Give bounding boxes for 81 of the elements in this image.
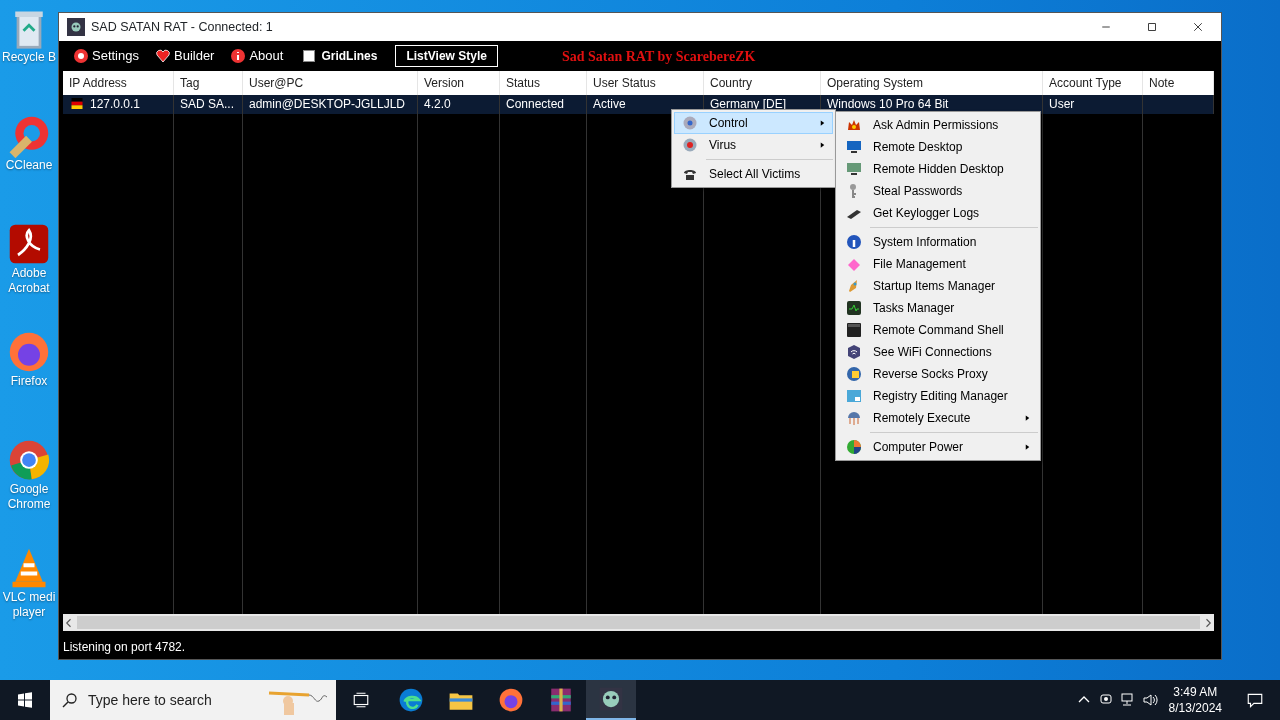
column-header[interactable]: Account Type (1043, 71, 1143, 95)
table-cell[interactable]: User (1049, 97, 1075, 111)
clock-date[interactable]: 8/13/2024 (1168, 700, 1222, 716)
toolbar-button[interactable]: Settings (67, 46, 145, 66)
chat-icon (1246, 691, 1264, 709)
volume-icon (1141, 692, 1158, 708)
monitor-icon (846, 139, 862, 155)
menu-item[interactable]: Virus (674, 134, 833, 156)
column-header[interactable]: Operating System (821, 71, 1043, 95)
menu-item[interactable]: Remotely Execute (838, 407, 1038, 429)
toolbar-button[interactable]: About (224, 46, 290, 66)
menu-item[interactable]: Remote Desktop (838, 136, 1038, 158)
menu-item[interactable]: Registry Editing Manager (838, 385, 1038, 407)
column-header[interactable]: Version (418, 71, 500, 95)
menu-item[interactable]: Computer Power (838, 436, 1038, 458)
toolbar-button[interactable]: Builder (149, 46, 221, 66)
close-icon (1192, 21, 1204, 33)
browser-icon[interactable] (7, 438, 51, 482)
table-cell[interactable]: SAD SA... (180, 97, 235, 111)
horizontal-scrollbar[interactable] (63, 614, 1214, 631)
target-icon (682, 137, 698, 153)
table-cell[interactable]: Active (593, 97, 626, 111)
table-cell[interactable]: Connected (506, 97, 565, 111)
column-header[interactable]: IP Address (63, 71, 174, 95)
menu-item[interactable]: See WiFi Connections (838, 341, 1038, 363)
windows-logo-icon (17, 692, 33, 708)
edge-icon (398, 687, 424, 713)
search-field[interactable]: Type here to search (86, 688, 256, 712)
fox-icon (498, 687, 524, 713)
menu-item[interactable]: Tasks Manager (838, 297, 1038, 319)
wifi-icon (846, 344, 862, 360)
column-header[interactable]: Note (1143, 71, 1214, 95)
menu-item[interactable]: Startup Items Manager (838, 275, 1038, 297)
menu-item[interactable]: File Management (838, 253, 1038, 275)
clock-time[interactable]: 3:49 AM (1168, 684, 1222, 700)
taskbar-button[interactable] (586, 680, 636, 720)
menu-item[interactable]: Select All Victims (674, 163, 833, 185)
pie-chart-icon (846, 439, 862, 455)
menu-item[interactable]: Remote Command Shell (838, 319, 1038, 341)
task-view-icon (352, 691, 370, 709)
monitor-icon (846, 161, 862, 177)
column-header[interactable]: User Status (587, 71, 704, 95)
info-icon (846, 234, 862, 250)
table-cell[interactable]: 127.0.0.1 (90, 97, 141, 111)
window-icon (846, 388, 862, 404)
listview-style-button[interactable]: ListView Style (395, 45, 498, 67)
jellyfish-icon (846, 410, 862, 426)
column-header[interactable]: Status (500, 71, 587, 95)
gridlines-checkbox[interactable]: GridLines (303, 47, 378, 65)
heart-icon (155, 48, 171, 64)
column-header[interactable]: Tag (174, 71, 243, 95)
status-text: Listening on port 4782. (62, 639, 187, 656)
table-cell[interactable]: 4.2.0 (424, 97, 451, 111)
terminal-icon (846, 322, 862, 338)
document-icon[interactable] (7, 222, 51, 266)
app-icon (67, 18, 85, 36)
app-icon (598, 686, 624, 712)
banner-text: Sad Satan RAT by ScarebereZK (561, 47, 756, 66)
search-icon (62, 692, 78, 708)
terminal-icon (846, 300, 862, 316)
gear-icon (682, 115, 698, 131)
maximize-icon (1146, 21, 1158, 33)
table-cell[interactable]: Windows 10 Pro 64 Bit (827, 97, 949, 111)
menu-item[interactable]: System Information (838, 231, 1038, 253)
archive-icon (548, 687, 574, 713)
search-bar[interactable]: Type here to search (50, 680, 336, 720)
column-header[interactable]: User@PC (243, 71, 418, 95)
menu-item[interactable]: Get Keylogger Logs (838, 202, 1038, 224)
table-cell[interactable]: admin@DESKTOP-JGLLJLD (249, 97, 405, 111)
menu-item[interactable]: Steal Passwords (838, 180, 1038, 202)
menu-item[interactable]: Reverse Socks Proxy (838, 363, 1038, 385)
window-title: SAD SATAN RAT - Connected: 1 (91, 18, 274, 36)
column-header[interactable]: Country (704, 71, 821, 95)
menu-item[interactable]: Control (674, 112, 833, 134)
menu-item[interactable]: Remote Hidden Desktop (838, 158, 1038, 180)
info-icon (230, 48, 247, 64)
flag-icon (69, 98, 85, 109)
network-icon (1119, 692, 1136, 708)
brush-icon[interactable] (7, 114, 51, 158)
settings-icon (73, 48, 89, 64)
menu-item[interactable]: Ask Admin Permissions (838, 114, 1038, 136)
